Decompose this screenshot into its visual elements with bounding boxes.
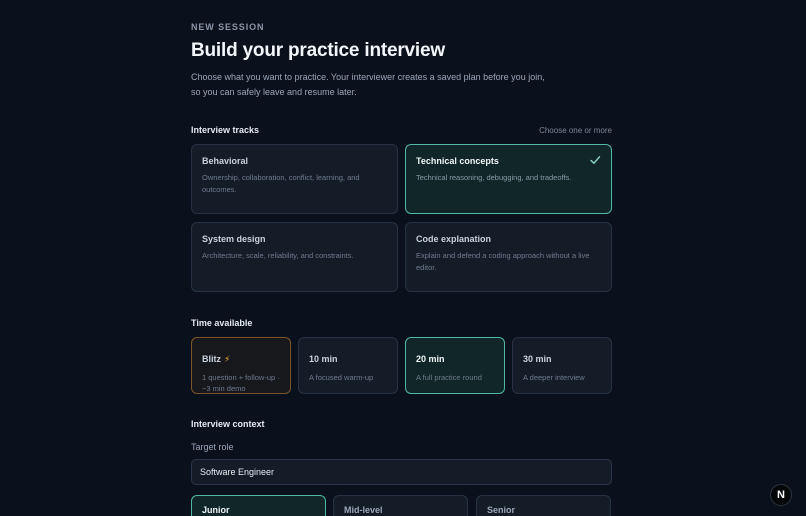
- track-description: Explain and defend a coding approach wit…: [416, 251, 590, 272]
- track-description: Ownership, collaboration, conflict, lear…: [202, 173, 360, 194]
- new-session-page: NEW SESSION Build your practice intervie…: [0, 0, 806, 516]
- time-description: A focused warm-up: [309, 373, 374, 382]
- track-description: Architecture, scale, reliability, and co…: [202, 251, 354, 260]
- track-title: Code explanation: [416, 234, 492, 244]
- time-description: A deeper interview: [523, 373, 585, 382]
- time-option-20-min[interactable]: 20 min A full practice round: [405, 337, 505, 394]
- tracks-title: Interview tracks: [191, 125, 260, 135]
- target-role-label: Target role: [191, 442, 234, 452]
- track-card-system-design[interactable]: System design Architecture, scale, relia…: [191, 222, 398, 292]
- description-line: Choose what you want to practice. Your i…: [191, 72, 545, 82]
- check-icon: [590, 156, 601, 164]
- time-option-30-min[interactable]: 30 min A deeper interview: [512, 337, 612, 394]
- time-title: Time available: [191, 318, 253, 328]
- time-description: 1 question + follow-up · ~3 min demo: [202, 373, 280, 393]
- time-option-10-min[interactable]: 10 min A focused warm-up: [298, 337, 398, 394]
- track-description: Technical reasoning, debugging, and trad…: [416, 173, 572, 182]
- level-option-senior[interactable]: Senior: [476, 495, 611, 516]
- tracks-hint: Choose one or more: [539, 125, 612, 135]
- time-title-label: 10 min: [309, 354, 338, 364]
- track-title: System design: [202, 234, 266, 244]
- track-title: Technical concepts: [416, 156, 499, 166]
- time-title-label: 20 min: [416, 354, 445, 364]
- tracks-header: Interview tracks Choose one or more: [191, 125, 612, 135]
- track-card-code-explanation[interactable]: Code explanation Explain and defend a co…: [405, 222, 612, 292]
- track-card-technical-concepts[interactable]: Technical concepts Technical reasoning, …: [405, 144, 612, 214]
- target-role-value: Software Engineer: [200, 467, 275, 477]
- track-title: Behavioral: [202, 156, 249, 166]
- track-card-behavioral[interactable]: Behavioral Ownership, collaboration, con…: [191, 144, 398, 214]
- level-option-mid-level[interactable]: Mid-level: [333, 495, 468, 516]
- time-option-blitz[interactable]: Blitz ⚡ 1 question + follow-up · ~3 min d…: [191, 337, 291, 394]
- time-title-label: 30 min: [523, 354, 552, 364]
- target-role-input[interactable]: Software Engineer: [191, 459, 612, 485]
- context-title: Interview context: [191, 419, 265, 429]
- page-title: Build your practice interview: [191, 40, 445, 61]
- description-line: so you can safely leave and resume later…: [191, 87, 357, 97]
- page-description: Choose what you want to practice. Your i…: [191, 70, 571, 100]
- dev-tools-badge[interactable]: N: [770, 484, 792, 506]
- time-title-label: Blitz: [202, 354, 221, 364]
- time-description: A full practice round: [416, 373, 482, 382]
- eyebrow-label: NEW SESSION: [191, 22, 265, 32]
- lightning-icon: ⚡: [224, 354, 231, 364]
- level-option-junior[interactable]: Junior: [191, 495, 326, 516]
